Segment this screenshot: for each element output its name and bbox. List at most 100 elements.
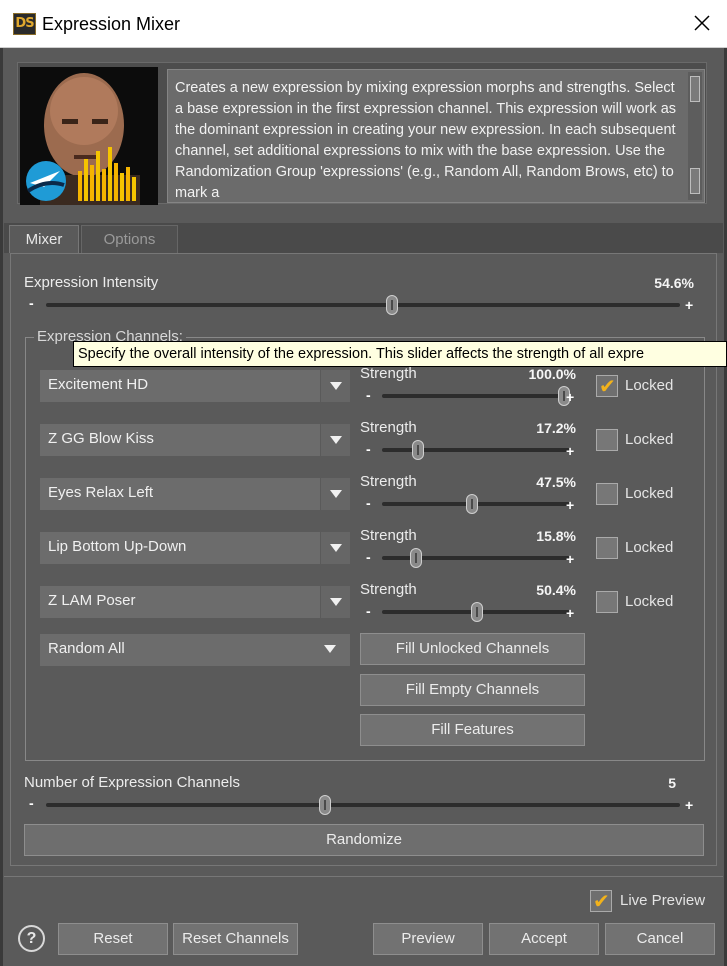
help-icon[interactable]: ?: [18, 925, 45, 952]
live-preview-checkbox[interactable]: ✔: [590, 889, 612, 913]
channel-strength-value: 17.2%: [536, 420, 576, 436]
channel-strength-minus: -: [366, 495, 371, 511]
channel-strength-value: 15.8%: [536, 528, 576, 544]
dropdown-button[interactable]: [320, 370, 350, 402]
randomization-group-select[interactable]: Random All: [40, 634, 350, 666]
intensity-slider-track[interactable]: [46, 303, 680, 307]
intensity-slider-handle[interactable]: [386, 295, 398, 315]
close-icon[interactable]: [689, 10, 715, 36]
live-preview-label: Live Preview: [620, 892, 706, 909]
randomize-button[interactable]: Randomize: [24, 824, 704, 856]
channel-locked-checkbox[interactable]: ✔: [596, 374, 618, 398]
fill-unlocked-channels-button[interactable]: Fill Unlocked Channels: [360, 633, 585, 665]
channel-locked-checkbox[interactable]: [596, 429, 618, 451]
channel-expression-value: Z LAM Poser: [48, 592, 136, 609]
channel-expression-select[interactable]: Z GG Blow Kiss: [40, 424, 350, 456]
accept-button[interactable]: Accept: [489, 923, 599, 955]
intensity-label: Expression Intensity: [24, 274, 159, 291]
channel-strength-slider-track[interactable]: [382, 394, 570, 398]
channel-expression-value: Lip Bottom Up-Down: [48, 538, 187, 555]
chevron-down-icon: [330, 598, 342, 606]
dropdown-button[interactable]: [320, 424, 350, 456]
description-text: Creates a new expression by mixing expre…: [175, 80, 677, 198]
tab-mixer[interactable]: Mixer: [9, 225, 79, 253]
channel-strength-label: Strength: [360, 365, 417, 382]
app-icon: DS: [13, 13, 36, 35]
chevron-down-icon: [330, 544, 342, 552]
fill-features-button[interactable]: Fill Features: [360, 714, 585, 746]
num-channels-label: Number of Expression Channels: [24, 774, 240, 791]
chevron-down-icon: [324, 645, 336, 653]
channel-locked-label: Locked: [625, 377, 674, 394]
channel-locked-checkbox[interactable]: [596, 591, 618, 613]
scroll-down-grip[interactable]: [690, 168, 700, 194]
channel-locked-checkbox[interactable]: [596, 537, 618, 559]
checkmark-icon: ✔: [599, 374, 616, 398]
channel-strength-value: 50.4%: [536, 582, 576, 598]
channel-expression-select[interactable]: Excitement HD: [40, 370, 350, 402]
window-title: Expression Mixer: [42, 14, 181, 34]
channel-strength-label: Strength: [360, 473, 417, 490]
channel-expression-select[interactable]: Z LAM Poser: [40, 586, 350, 618]
channel-strength-label: Strength: [360, 419, 417, 436]
title-bar: DS Expression Mixer: [0, 0, 727, 48]
tab-bar: Mixer Options: [4, 223, 723, 253]
scroll-up-grip[interactable]: [690, 76, 700, 102]
channel-expression-value: Excitement HD: [48, 376, 149, 393]
num-channels-slider-handle[interactable]: [319, 795, 331, 815]
preview-button[interactable]: Preview: [373, 923, 483, 955]
checkmark-icon: ✔: [593, 889, 610, 913]
footer-divider: [4, 876, 723, 877]
chevron-down-icon: [330, 382, 342, 390]
channel-strength-minus: -: [366, 387, 371, 403]
channel-locked-checkbox[interactable]: [596, 483, 618, 505]
num-channels-plus: +: [685, 797, 694, 813]
num-channels-minus: -: [29, 795, 34, 811]
channel-strength-plus: +: [566, 389, 575, 405]
channel-strength-minus: -: [366, 441, 371, 457]
channel-strength-slider-handle[interactable]: [471, 602, 483, 622]
channel-locked-label: Locked: [625, 593, 674, 610]
channel-strength-plus: +: [566, 443, 575, 459]
channel-strength-minus: -: [366, 603, 371, 619]
intensity-minus: -: [29, 295, 34, 311]
channel-strength-value: 100.0%: [528, 366, 576, 382]
channel-locked-label: Locked: [625, 431, 674, 448]
intensity-tooltip: Specify the overall intensity of the exp…: [73, 341, 727, 367]
description-box[interactable]: Creates a new expression by mixing expre…: [167, 69, 705, 203]
channel-strength-slider-handle[interactable]: [412, 440, 424, 460]
fill-empty-channels-button[interactable]: Fill Empty Channels: [360, 674, 585, 706]
dropdown-button[interactable]: [320, 586, 350, 618]
dropdown-button[interactable]: [320, 478, 350, 510]
channel-strength-slider-handle[interactable]: [466, 494, 478, 514]
dropdown-button[interactable]: [320, 532, 350, 564]
description-scrollbar[interactable]: [688, 72, 702, 200]
channel-strength-plus: +: [566, 497, 575, 513]
channel-expression-value: Z GG Blow Kiss: [48, 430, 154, 447]
reset-button[interactable]: Reset: [58, 923, 168, 955]
randomization-group-value: Random All: [48, 640, 125, 657]
intensity-plus: +: [685, 297, 694, 313]
channel-strength-minus: -: [366, 549, 371, 565]
channel-expression-select[interactable]: Lip Bottom Up-Down: [40, 532, 350, 564]
channel-strength-plus: +: [566, 605, 575, 621]
channel-locked-label: Locked: [625, 539, 674, 556]
channel-strength-value: 47.5%: [536, 474, 576, 490]
channel-locked-label: Locked: [625, 485, 674, 502]
channel-strength-plus: +: [566, 551, 575, 567]
channel-strength-label: Strength: [360, 527, 417, 544]
header: Creates a new expression by mixing expre…: [17, 62, 707, 205]
intensity-value: 54.6%: [654, 275, 694, 291]
channel-expression-select[interactable]: Eyes Relax Left: [40, 478, 350, 510]
channel-expression-value: Eyes Relax Left: [48, 484, 154, 501]
chevron-down-icon: [330, 436, 342, 444]
channel-strength-slider-track[interactable]: [382, 448, 570, 452]
chevron-down-icon: [330, 490, 342, 498]
num-channels-slider-track[interactable]: [46, 803, 680, 807]
reset-channels-button[interactable]: Reset Channels: [173, 923, 298, 955]
channel-strength-slider-handle[interactable]: [410, 548, 422, 568]
cancel-button[interactable]: Cancel: [605, 923, 715, 955]
expression-mixer-icon: [20, 67, 158, 205]
channel-strength-label: Strength: [360, 581, 417, 598]
tab-options[interactable]: Options: [81, 225, 178, 253]
